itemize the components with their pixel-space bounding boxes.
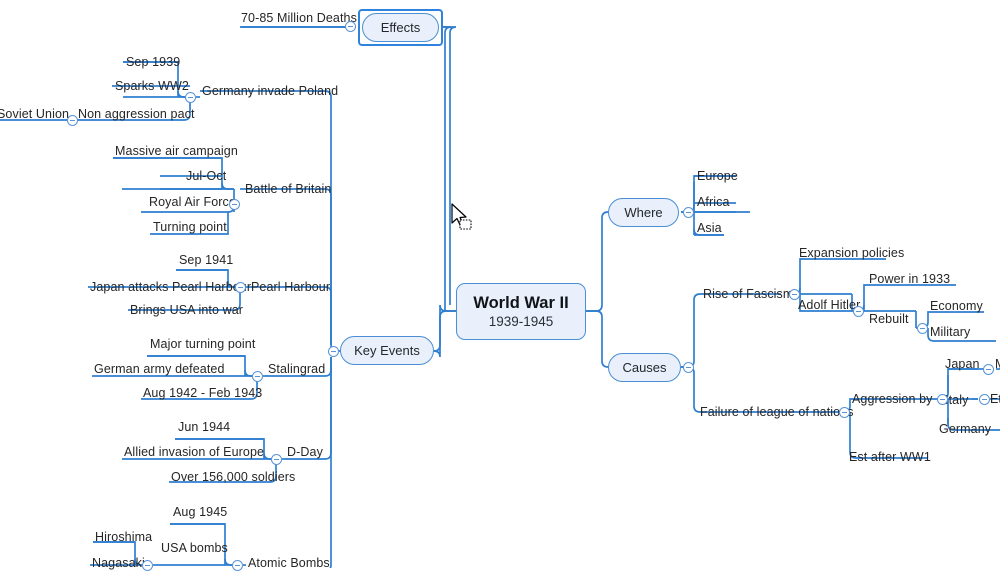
label-adolf-hitler[interactable]: Adolf Hitler <box>798 298 860 312</box>
label-major-turning-point[interactable]: Major turning point <box>150 337 255 351</box>
label-jul-oct[interactable]: Jul-Oct <box>186 169 226 183</box>
label-aug-1942-feb-1943[interactable]: Aug 1942 - Feb 1943 <box>143 386 262 400</box>
collapse-handle-where[interactable] <box>683 207 694 218</box>
collapse-handle-non-aggression-pact[interactable] <box>67 115 78 126</box>
label-non-aggression-pact[interactable]: Non aggression pact <box>78 107 195 121</box>
label-aggression-by[interactable]: Aggression by <box>852 392 933 406</box>
root-node[interactable]: World War II 1939-1945 <box>456 283 586 340</box>
collapse-handle-aggression-by[interactable] <box>937 394 948 405</box>
label-aug-1945[interactable]: Aug 1945 <box>173 505 227 519</box>
label-sparks-ww2[interactable]: Sparks WW2 <box>115 79 189 93</box>
label-germany[interactable]: Germany <box>939 422 991 436</box>
label-turning-point[interactable]: Turning point <box>153 220 227 234</box>
label-royal-air-force[interactable]: Royal Air Force <box>149 195 236 209</box>
collapse-handle-effects[interactable] <box>345 21 356 32</box>
collapse-handle-italy[interactable] <box>979 394 990 405</box>
label-africa[interactable]: Africa <box>697 195 730 209</box>
root-subtitle: 1939-1945 <box>488 313 554 329</box>
node-effects-label: Effects <box>380 20 421 35</box>
label-germany-invade-poland[interactable]: Germany invade Poland <box>202 84 338 98</box>
label-hiroshima[interactable]: Hiroshima <box>95 530 152 544</box>
node-effects[interactable]: Effects <box>362 13 439 42</box>
collapse-handle-d-day[interactable] <box>271 454 282 465</box>
collapse-handle-stalingrad[interactable] <box>252 371 263 382</box>
label-massive-air-campaign[interactable]: Massive air campaign <box>115 144 238 158</box>
collapse-handle-rebuilt[interactable] <box>917 323 928 334</box>
node-causes-label: Causes <box>622 360 667 375</box>
label-pearl-harbour[interactable]: Pearl Harbour <box>251 280 330 294</box>
label-allied-invasion-of-europe[interactable]: Allied invasion of Europe <box>124 445 264 459</box>
mindmap-canvas[interactable]: World War II 1939-1945 Effects Key Event… <box>0 0 1000 571</box>
collapse-handle-key-events[interactable] <box>328 346 339 357</box>
label-stalingrad[interactable]: Stalingrad <box>268 362 325 376</box>
label-battle-of-britain[interactable]: Battle of Britain <box>245 182 331 196</box>
label-ethiopia-clipped[interactable]: Eth <box>990 392 1000 406</box>
collapse-handle-battle-of-britain[interactable] <box>229 199 240 210</box>
node-key-events[interactable]: Key Events <box>340 336 434 365</box>
label-sep-1939[interactable]: Sep 1939 <box>126 55 180 69</box>
label-soviet-union[interactable]: Soviet Union <box>0 107 69 121</box>
root-title: World War II <box>473 293 569 312</box>
collapse-handle-japan[interactable] <box>983 364 994 375</box>
node-causes[interactable]: Causes <box>608 353 681 382</box>
label-german-army-defeated[interactable]: German army defeated <box>94 362 225 376</box>
label-expansion-policies[interactable]: Expansion policies <box>799 246 904 260</box>
label-usa-bombs[interactable]: USA bombs <box>161 541 228 555</box>
collapse-handle-pearl-harbour[interactable] <box>235 282 246 293</box>
label-manchuria-clipped[interactable]: M <box>995 357 1000 371</box>
collapse-handle-germany-invade-poland[interactable] <box>185 92 196 103</box>
label-sep-1941[interactable]: Sep 1941 <box>179 253 233 267</box>
node-where[interactable]: Where <box>608 198 679 227</box>
label-rise-of-fascism[interactable]: Rise of Fascism <box>703 287 793 301</box>
label-rebuilt[interactable]: Rebuilt <box>869 312 909 326</box>
label-japan-attacks-pearl-harbour[interactable]: Japan attacks Pearl Harbour <box>90 280 251 294</box>
label-economy[interactable]: Economy <box>930 299 983 313</box>
label-jun-1944[interactable]: Jun 1944 <box>178 420 230 434</box>
node-where-label: Where <box>624 205 663 220</box>
collapse-handle-rise-of-fascism[interactable] <box>789 289 800 300</box>
node-key-events-label: Key Events <box>354 343 420 358</box>
label-deaths[interactable]: 70-85 Million Deaths <box>241 11 357 25</box>
label-asia[interactable]: Asia <box>697 221 722 235</box>
collapse-handle-adolf-hitler[interactable] <box>853 306 864 317</box>
label-over-156000-soldiers[interactable]: Over 156,000 soldiers <box>171 470 295 484</box>
label-est-after-ww1[interactable]: Est after WW1 <box>849 450 931 464</box>
collapse-handle-usa-bombs[interactable] <box>142 560 153 571</box>
collapse-handle-causes[interactable] <box>683 362 694 373</box>
label-italy[interactable]: Italy <box>945 393 968 407</box>
label-failure-of-league-of-nations[interactable]: Failure of league of nations <box>700 405 854 419</box>
label-europe[interactable]: Europe <box>697 169 738 183</box>
collapse-handle-atomic-bombs[interactable] <box>232 560 243 571</box>
label-power-in-1933[interactable]: Power in 1933 <box>869 272 950 286</box>
label-brings-usa-into-war[interactable]: Brings USA into war <box>130 303 243 317</box>
collapse-handle-failure-of-league[interactable] <box>839 407 850 418</box>
label-japan[interactable]: Japan <box>945 357 980 371</box>
label-military[interactable]: Military <box>930 325 970 339</box>
label-d-day[interactable]: D-Day <box>287 445 323 459</box>
